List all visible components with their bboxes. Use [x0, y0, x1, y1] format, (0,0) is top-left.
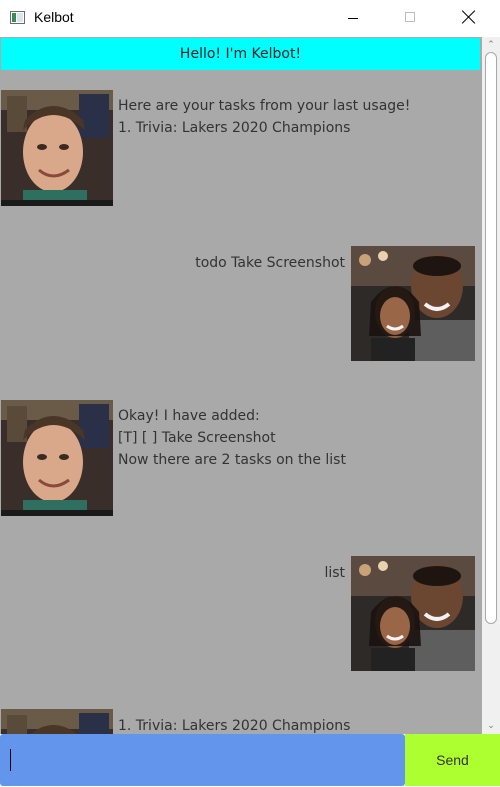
scroll-down-arrow-icon[interactable]: ⌄ — [482, 718, 500, 734]
bot-avatar — [1, 90, 113, 206]
scrollbar-thumb[interactable] — [485, 52, 497, 624]
minimize-button[interactable] — [330, 0, 376, 37]
message-line: list — [324, 565, 345, 581]
message-line: Here are your tasks from your last usage… — [118, 98, 411, 114]
message-line: 1. Trivia: Lakers 2020 Champions — [118, 120, 351, 136]
bot-avatar — [1, 400, 113, 516]
scroll-up-arrow-icon[interactable]: ⌃ — [482, 37, 500, 53]
greeting-banner: Hello! I'm Kelbot! — [1, 38, 480, 70]
bot-avatar — [1, 709, 113, 734]
user-avatar — [351, 246, 475, 361]
user-avatar — [351, 556, 475, 671]
message-line: 1. Trivia: Lakers 2020 Champions — [118, 718, 351, 734]
message-line: [T] [ ] Take Screenshot — [118, 430, 276, 446]
send-button[interactable]: Send — [405, 734, 500, 786]
input-row: Send — [0, 734, 500, 787]
window-title: Kelbot — [34, 9, 74, 25]
bot-message: Okay! I have added: [T] [ ] Take Screens… — [118, 405, 346, 471]
user-message: todo Take Screenshot — [195, 252, 345, 274]
app-window-icon — [10, 11, 25, 24]
message-line: Okay! I have added: — [118, 408, 260, 424]
minimize-icon — [348, 18, 358, 19]
dialog-scroll-pane[interactable]: Hello! I'm Kelbot! Here are your tasks f… — [0, 37, 482, 734]
maximize-icon — [405, 12, 415, 22]
text-caret — [10, 749, 11, 771]
close-icon — [462, 10, 476, 24]
user-message: list — [324, 562, 345, 584]
message-line: Now there are 2 tasks on the list — [118, 452, 346, 468]
vertical-scrollbar[interactable]: ⌃ ⌄ — [482, 37, 500, 734]
maximize-button[interactable] — [388, 0, 434, 37]
bot-message: Here are your tasks from your last usage… — [118, 95, 410, 139]
close-button[interactable] — [446, 0, 492, 37]
message-line: todo Take Screenshot — [195, 255, 345, 271]
bot-message: 1. Trivia: Lakers 2020 Champions — [118, 715, 350, 734]
title-bar: Kelbot — [0, 0, 500, 37]
message-input[interactable] — [0, 734, 405, 786]
